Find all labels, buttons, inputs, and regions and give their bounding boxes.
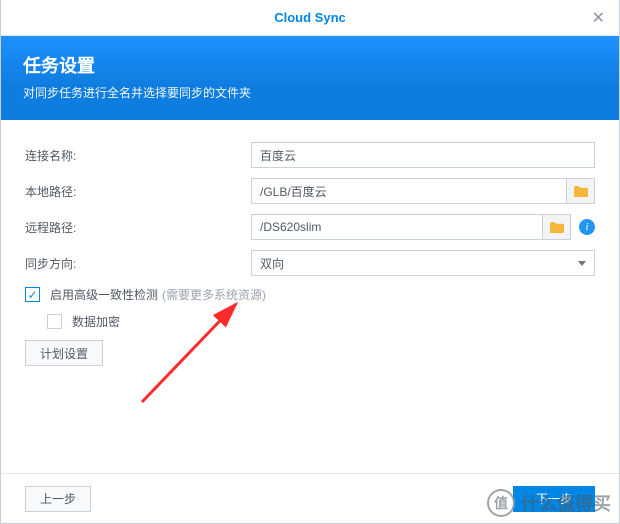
consistency-hint: (需要更多系统资源) bbox=[162, 286, 266, 303]
info-icon[interactable]: i bbox=[579, 219, 595, 235]
remote-path-browse-button[interactable] bbox=[543, 214, 571, 240]
row-remote-path: 远程路径: /DS620slim i bbox=[25, 214, 595, 240]
banner-heading: 任务设置 bbox=[23, 52, 597, 78]
close-icon[interactable]: ✕ bbox=[592, 8, 605, 28]
banner-subheading: 对同步任务进行全名并选择要同步的文件夹 bbox=[23, 84, 597, 101]
label-connection-name: 连接名称: bbox=[25, 147, 251, 164]
titlebar: Cloud Sync ✕ bbox=[1, 0, 619, 36]
wizard-banner: 任务设置 对同步任务进行全名并选择要同步的文件夹 bbox=[1, 36, 619, 120]
chevron-down-icon bbox=[578, 261, 586, 266]
back-button[interactable]: 上一步 bbox=[25, 486, 91, 512]
window-title: Cloud Sync bbox=[274, 10, 346, 25]
schedule-settings-button[interactable]: 计划设置 bbox=[25, 340, 103, 366]
row-local-path: 本地路径: /GLB/百度云 bbox=[25, 178, 595, 204]
encryption-checkbox[interactable] bbox=[47, 314, 62, 329]
dialog-footer: 上一步 下一步 bbox=[1, 473, 619, 523]
label-local-path: 本地路径: bbox=[25, 183, 251, 200]
form-body: 连接名称: 百度云 本地路径: /GLB/百度云 远程路径: /DS620sli… bbox=[1, 120, 619, 473]
label-remote-path: 远程路径: bbox=[25, 219, 251, 236]
consistency-label: 启用高级一致性检测 bbox=[50, 286, 158, 303]
row-encryption: 数据加密 bbox=[47, 313, 595, 330]
remote-path-input[interactable]: /DS620slim bbox=[251, 214, 543, 240]
folder-icon bbox=[550, 222, 564, 233]
label-sync-direction: 同步方向: bbox=[25, 255, 251, 272]
row-consistency: 启用高级一致性检测 (需要更多系统资源) bbox=[25, 286, 595, 303]
row-connection-name: 连接名称: 百度云 bbox=[25, 142, 595, 168]
consistency-checkbox[interactable] bbox=[25, 287, 40, 302]
next-button[interactable]: 下一步 bbox=[513, 486, 595, 512]
connection-name-input[interactable]: 百度云 bbox=[251, 142, 595, 168]
row-sync-direction: 同步方向: 双向 bbox=[25, 250, 595, 276]
dialog-window: Cloud Sync ✕ 任务设置 对同步任务进行全名并选择要同步的文件夹 连接… bbox=[0, 0, 620, 524]
encryption-label: 数据加密 bbox=[72, 313, 120, 330]
folder-icon bbox=[574, 186, 588, 197]
local-path-input[interactable]: /GLB/百度云 bbox=[251, 178, 567, 204]
sync-direction-select[interactable]: 双向 bbox=[251, 250, 595, 276]
local-path-browse-button[interactable] bbox=[567, 178, 595, 204]
